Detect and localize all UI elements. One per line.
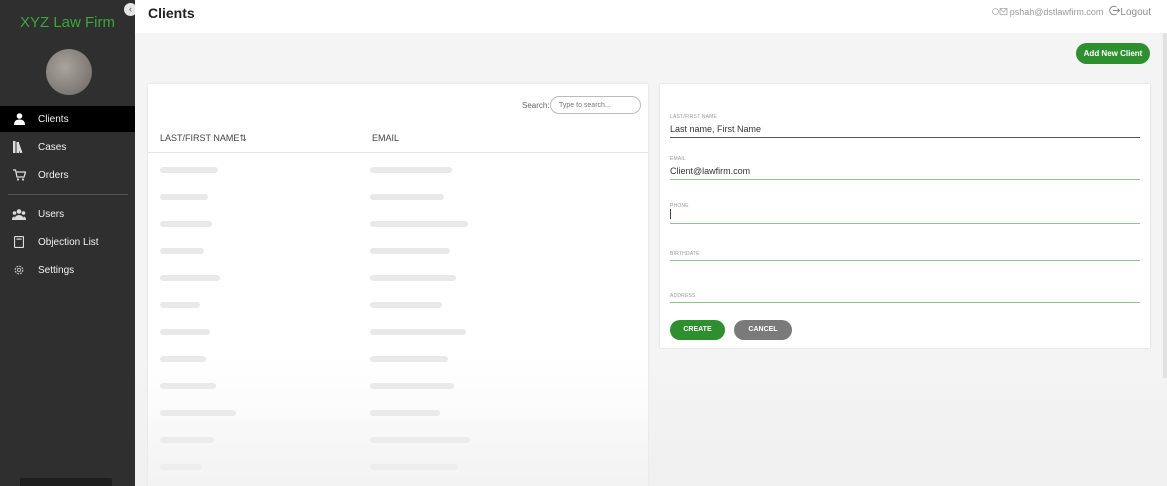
table-row[interactable]: [148, 345, 648, 372]
column-header-email[interactable]: EMAIL: [372, 133, 399, 143]
birthdate-field[interactable]: [670, 260, 1140, 261]
sidebar-item-cases[interactable]: Cases: [0, 134, 135, 160]
sidebar-item-objection-list[interactable]: Objection List: [0, 229, 135, 255]
birthdate-label: BIRTHDATE: [670, 251, 700, 257]
table-row[interactable]: [148, 372, 648, 399]
phone-field-cursor: [670, 209, 671, 219]
cart-icon: [12, 168, 26, 182]
table-row[interactable]: [148, 156, 648, 183]
sidebar: XYZ Law Firm Clients Cases Orders Users …: [0, 0, 135, 486]
book-icon: [12, 235, 26, 249]
phone-field[interactable]: [670, 223, 1140, 224]
sidebar-footer: [20, 478, 112, 486]
add-new-client-button[interactable]: Add New Client: [1076, 43, 1150, 64]
sidebar-item-label: Users: [38, 208, 65, 220]
sidebar-item-label: Objection List: [38, 236, 99, 248]
user-email[interactable]: pshah@dstlawfirm.com: [1010, 7, 1104, 17]
logout-label: Logout: [1120, 6, 1151, 18]
user-mail-icon: [991, 7, 1008, 18]
logout-icon: [1109, 5, 1121, 19]
sidebar-item-clients[interactable]: Clients: [0, 106, 135, 132]
gear-icon: [12, 263, 26, 277]
logout-button[interactable]: Logout: [1109, 5, 1151, 19]
search-label: Search:: [522, 101, 550, 110]
email-label: EMAIL: [670, 156, 687, 162]
email-field[interactable]: Client@lawfirm.com: [670, 166, 750, 176]
table-row[interactable]: [148, 210, 648, 237]
address-field[interactable]: [670, 302, 1140, 303]
sidebar-item-orders[interactable]: Orders: [0, 162, 135, 188]
search-input[interactable]: [550, 96, 641, 114]
name-field[interactable]: Last name, First Name: [670, 124, 761, 134]
sidebar-item-label: Clients: [38, 113, 69, 125]
clients-table: Search: LAST/FIRST NAME⇅ EMAIL: [148, 84, 648, 486]
table-row[interactable]: [148, 237, 648, 264]
create-button[interactable]: CREATE: [670, 320, 725, 340]
name-label: LAST/FIRST NAME: [670, 114, 718, 120]
cancel-button[interactable]: CANCEL: [734, 320, 792, 340]
phone-label: PHONE: [670, 203, 689, 209]
user-area: pshah@dstlawfirm.com Logout: [991, 5, 1151, 19]
list-fade: [148, 414, 648, 486]
avatar[interactable]: [46, 49, 92, 95]
page-scrollbar[interactable]: [1163, 33, 1167, 378]
address-label: ADDRESS: [670, 293, 696, 299]
page-title: Clients: [148, 5, 195, 21]
column-header-name[interactable]: LAST/FIRST NAME⇅: [160, 133, 247, 144]
user-icon: [12, 112, 26, 126]
table-row[interactable]: [148, 291, 648, 318]
books-icon: [12, 140, 26, 154]
sidebar-item-label: Orders: [38, 169, 69, 181]
email-field-underline: [670, 179, 1140, 180]
table-row[interactable]: [148, 264, 648, 291]
table-row[interactable]: [148, 318, 648, 345]
sidebar-divider: [8, 194, 128, 195]
table-row[interactable]: [148, 183, 648, 210]
name-field-underline: [670, 137, 1140, 138]
sidebar-item-label: Settings: [38, 264, 75, 276]
header: Clients pshah@dstlawfirm.com Logout: [135, 0, 1167, 33]
sidebar-item-users[interactable]: Users: [0, 201, 135, 227]
new-client-form: LAST/FIRST NAME Last name, First Name EM…: [660, 84, 1150, 348]
sidebar-item-settings[interactable]: Settings: [0, 257, 135, 283]
brand-name: XYZ Law Firm: [19, 14, 115, 31]
sidebar-item-label: Cases: [38, 141, 67, 153]
header-divider: [148, 152, 648, 153]
users-icon: [12, 207, 26, 221]
